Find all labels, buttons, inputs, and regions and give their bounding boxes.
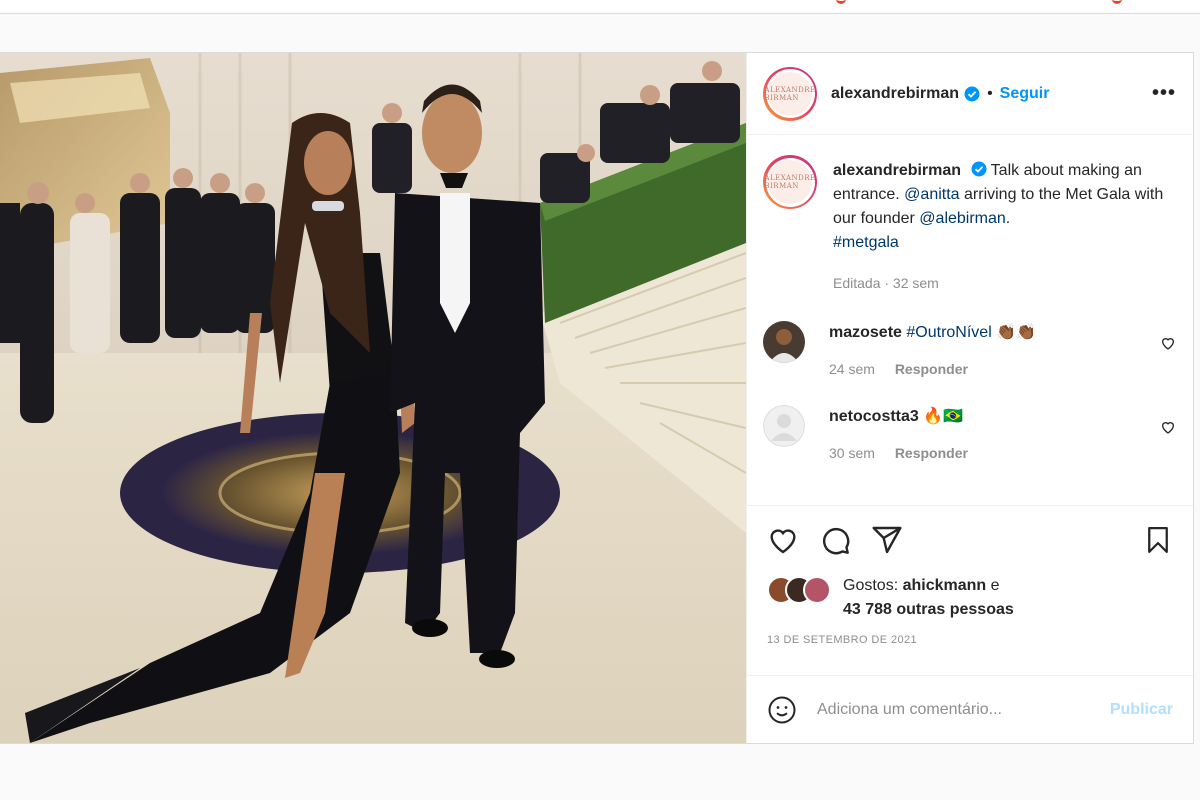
comment-body: netocostta3 🔥🇧🇷 30 sem Responder — [829, 405, 1152, 465]
hashtag-metgala[interactable]: #metgala — [833, 234, 899, 251]
separator-dot: • — [987, 84, 993, 102]
verified-badge-icon — [964, 86, 980, 101]
comment-meta: 30 sem Responder — [829, 441, 1152, 465]
commenter-avatar[interactable] — [763, 405, 805, 447]
decorative-mark — [836, 0, 846, 4]
comment-emoji: 🔥🇧🇷 — [923, 408, 964, 425]
comment-meta: 24 sem Responder — [829, 357, 1152, 381]
post-photo[interactable] — [0, 53, 746, 743]
avatar-logo: ALEXANDRE BIRMAN — [764, 71, 815, 116]
instagram-post: ALEXANDRE BIRMAN alexandrebirman • Segui… — [0, 52, 1194, 744]
share-icon[interactable] — [871, 524, 903, 556]
author-avatar[interactable]: ALEXANDRE BIRMAN — [763, 66, 817, 121]
liker-avatars — [767, 576, 833, 604]
post-date: 13 DE SETEMBRO DE 2021 — [767, 634, 918, 646]
like-comment-heart-icon[interactable] — [1160, 419, 1176, 435]
default-avatar-icon — [763, 405, 805, 447]
save-icon[interactable] — [1143, 525, 1173, 555]
comment-time: 24 sem — [829, 361, 875, 377]
likes-count[interactable]: 43 788 outras pessoas — [843, 601, 1014, 618]
mention-anitta[interactable]: @anitta — [904, 186, 959, 203]
post-side-panel: ALEXANDRE BIRMAN alexandrebirman • Segui… — [746, 53, 1193, 743]
mention-alebirman[interactable]: @alebirman — [919, 210, 1006, 227]
post-header: ALEXANDRE BIRMAN alexandrebirman • Segui… — [747, 53, 1192, 135]
caption: ALEXANDRE BIRMAN alexandrebirman Talk ab… — [763, 135, 1176, 295]
liker-avatar — [803, 576, 831, 604]
caption-author-avatar[interactable]: ALEXANDRE BIRMAN — [763, 155, 817, 209]
comment-emoji: 👏🏾👏🏾 — [996, 324, 1037, 341]
commenter-avatar[interactable] — [763, 321, 805, 363]
comments-list[interactable]: ALEXANDRE BIRMAN alexandrebirman Talk ab… — [747, 135, 1192, 505]
edited-time: Editada · 32 sem — [833, 275, 939, 291]
comment-item: mazosete #OutroNível 👏🏾👏🏾 24 sem Respond… — [763, 295, 1176, 381]
verified-badge-icon — [971, 161, 987, 177]
browser-top-strip — [0, 0, 1200, 14]
reply-button[interactable]: Responder — [895, 361, 968, 377]
decorative-mark — [1112, 0, 1122, 4]
heart-icon[interactable] — [767, 524, 799, 556]
avatar-inner: ALEXANDRE BIRMAN — [764, 69, 815, 118]
add-comment-input[interactable]: Adiciona um comentário... — [817, 701, 1110, 719]
comment-username[interactable]: mazosete — [829, 324, 902, 341]
caption-body: alexandrebirman Talk about making an ent… — [833, 159, 1176, 295]
comment-item: netocostta3 🔥🇧🇷 30 sem Responder — [763, 381, 1176, 465]
comment-icon[interactable] — [819, 524, 851, 556]
likes-prefix: Gostos: — [843, 577, 899, 594]
comment-body: mazosete #OutroNível 👏🏾👏🏾 24 sem Respond… — [829, 321, 1152, 381]
hashtag-outronivel[interactable]: #OutroNível — [906, 324, 991, 341]
avatar-inner: ALEXANDRE BIRMAN — [764, 157, 815, 207]
more-options-icon[interactable]: ••• — [1152, 82, 1176, 105]
add-comment-bar: Adiciona um comentário... Publicar — [747, 675, 1193, 743]
met-gala-photo — [0, 53, 746, 743]
post-actions: Gostos: ahickmann e 43 788 outras pessoa… — [747, 505, 1193, 675]
emoji-icon[interactable] — [767, 695, 797, 725]
likes-connector: e — [990, 577, 1000, 594]
liker-username[interactable]: ahickmann — [903, 577, 987, 594]
caption-text: . — [1005, 210, 1011, 227]
commenter-photo — [763, 321, 805, 363]
avatar-logo: ALEXANDRE BIRMAN — [764, 160, 815, 204]
reply-button[interactable]: Responder — [895, 445, 968, 461]
like-comment-heart-icon[interactable] — [1160, 335, 1176, 351]
caption-meta: Editada · 32 sem — [833, 271, 1176, 295]
author-username[interactable]: alexandrebirman — [831, 85, 959, 103]
likes-summary: Gostos: ahickmann e 43 788 outras pessoa… — [767, 576, 1173, 622]
likes-text[interactable]: Gostos: ahickmann e 43 788 outras pessoa… — [843, 574, 1014, 622]
action-icons — [767, 522, 1173, 558]
follow-button[interactable]: Seguir — [1000, 85, 1050, 103]
caption-username[interactable]: alexandrebirman — [833, 162, 961, 179]
publish-button[interactable]: Publicar — [1110, 701, 1173, 719]
comment-username[interactable]: netocostta3 — [829, 408, 919, 425]
comment-time: 30 sem — [829, 445, 875, 461]
